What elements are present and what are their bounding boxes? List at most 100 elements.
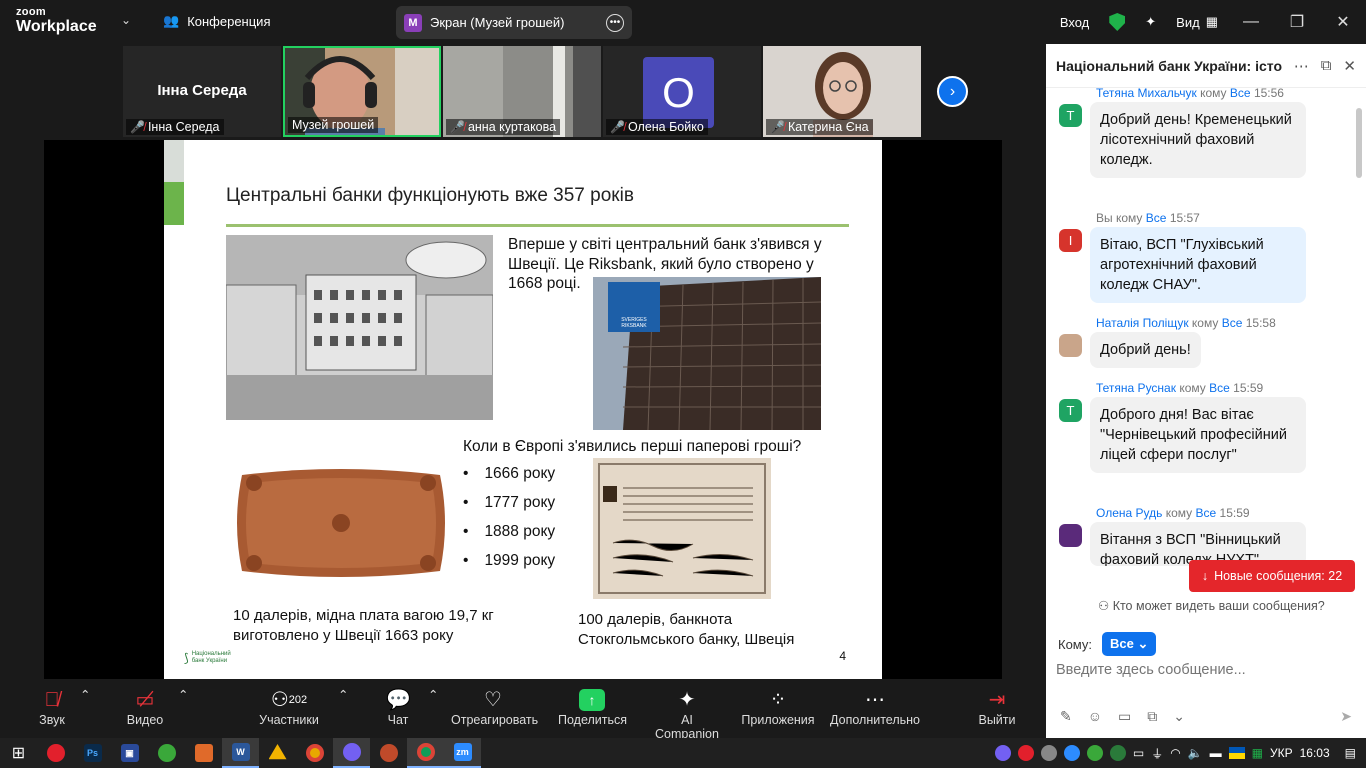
tray-icon[interactable] bbox=[1109, 745, 1126, 761]
logo-line1: zoom bbox=[16, 6, 46, 18]
view-label: Вид bbox=[1176, 14, 1200, 30]
more-options-icon[interactable]: ⋯ bbox=[1294, 57, 1309, 75]
chat-message-input[interactable] bbox=[1056, 662, 1346, 678]
taskbar-app-drive[interactable] bbox=[259, 738, 296, 768]
screen-share-tab[interactable]: M Экран (Музей грошей) ••• bbox=[396, 6, 632, 39]
conference-label: Конференция bbox=[187, 13, 271, 29]
popout-icon[interactable]: ⧉ bbox=[1321, 57, 1332, 74]
minimize-button[interactable]: — bbox=[1228, 13, 1274, 31]
taskbar-app-photoshop[interactable]: Ps bbox=[74, 738, 111, 768]
apps-button[interactable]: ⁘ Приложения bbox=[741, 687, 815, 727]
taskbar-app-save[interactable]: ▣ bbox=[111, 738, 148, 768]
word-icon: W bbox=[231, 743, 250, 761]
emoji-icon[interactable]: ☺ bbox=[1088, 708, 1102, 725]
video-tile[interactable]: 🎤̸ Катерина Єна bbox=[763, 46, 921, 137]
video-tile-active-speaker[interactable]: Музей грошей bbox=[283, 46, 441, 137]
video-tile[interactable]: Інна Середа 🎤̸ Інна Середа bbox=[123, 46, 281, 137]
taskbar-app-zoom[interactable]: zm bbox=[444, 738, 481, 768]
audio-button[interactable]: 🎙̸ Звук bbox=[36, 687, 68, 727]
video-button[interactable]: ▭̸ Видео bbox=[124, 687, 166, 727]
participant-name: Музей грошей bbox=[292, 118, 375, 132]
format-icon[interactable]: ✎ bbox=[1060, 708, 1072, 725]
signin-button[interactable]: Вход bbox=[1050, 15, 1099, 30]
wifi-icon[interactable]: ◠ bbox=[1170, 746, 1180, 760]
opera-tray-icon[interactable] bbox=[1017, 745, 1034, 761]
taskbar-app-opera[interactable] bbox=[37, 738, 74, 768]
monitor-icon[interactable]: ▭ bbox=[1133, 746, 1144, 760]
leave-button[interactable]: ⇥ Выйти bbox=[978, 687, 1016, 727]
leave-label: Выйти bbox=[978, 713, 1016, 727]
modern-riksbank-photo: SVERIGES RIKSBANK bbox=[593, 277, 821, 430]
tool-icon bbox=[194, 744, 213, 762]
mic-off-icon: 🎤̸ bbox=[450, 120, 465, 134]
usb-icon[interactable]: ⏚ bbox=[1151, 745, 1163, 762]
video-tile[interactable]: 🎤̸ анна куртакова bbox=[443, 46, 601, 137]
more-label: Дополнительно bbox=[830, 713, 920, 727]
gallery-next-button[interactable]: › bbox=[937, 76, 968, 107]
ai-label: AI Companion bbox=[655, 713, 719, 741]
participant-name: Олена Бойко bbox=[627, 120, 704, 134]
sender-name[interactable]: Наталія Поліщук bbox=[1096, 316, 1189, 330]
chat-scrollbar[interactable] bbox=[1356, 108, 1362, 178]
security-shield-icon[interactable] bbox=[1109, 13, 1126, 31]
taskbar-app-misc[interactable] bbox=[370, 738, 407, 768]
taskbar-app-viber[interactable] bbox=[333, 738, 370, 768]
sender-avatar: T bbox=[1059, 104, 1082, 127]
viber-tray-icon[interactable] bbox=[994, 745, 1011, 761]
taskbar-app-word[interactable]: W bbox=[222, 738, 259, 768]
notifications-icon[interactable]: ▤ bbox=[1345, 746, 1356, 760]
chat-button[interactable]: 💬 Чат bbox=[386, 687, 411, 727]
taskbar-app-chrome-2[interactable] bbox=[407, 738, 444, 768]
battery-icon[interactable]: ▬ bbox=[1210, 746, 1222, 760]
sparkle-icon[interactable]: ✦ bbox=[1135, 14, 1166, 30]
view-button[interactable]: Вид ▦ bbox=[1166, 14, 1228, 30]
volume-icon[interactable]: 🔈 bbox=[1188, 746, 1203, 760]
file-icon[interactable]: ▭ bbox=[1118, 708, 1131, 725]
participant-name-label: 🎤̸ анна куртакова bbox=[446, 119, 561, 135]
new-messages-button[interactable]: ↓ Новые сообщения: 22 bbox=[1189, 560, 1355, 592]
screenshot-icon[interactable]: ⧉ bbox=[1147, 708, 1157, 725]
chat-label: Чат bbox=[387, 713, 409, 727]
audio-options-caret[interactable]: ⌃ bbox=[80, 687, 90, 702]
historic-riksbank-engraving bbox=[226, 235, 493, 420]
sender-name[interactable]: Олена Рудь bbox=[1096, 506, 1162, 520]
who-can-see-link[interactable]: ⚇ Кто может видеть ваши сообщения? bbox=[1098, 598, 1325, 613]
taskbar-app-tool[interactable] bbox=[185, 738, 222, 768]
conference-menu[interactable]: 👥 Конференция bbox=[163, 13, 270, 29]
keyboard-language[interactable]: УКР bbox=[1270, 746, 1293, 760]
sender-name: Вы bbox=[1096, 211, 1113, 225]
chevron-down-icon[interactable]: ⌄ bbox=[1173, 708, 1185, 725]
share-button[interactable]: ↑ Поделиться bbox=[558, 687, 627, 727]
security-tray-icon[interactable]: ▦ bbox=[1252, 746, 1263, 760]
share-icon: ↑ bbox=[579, 689, 605, 711]
sender-name[interactable]: Тетяна Руснак bbox=[1096, 381, 1176, 395]
send-icon[interactable]: ➤ bbox=[1340, 708, 1352, 725]
video-tile[interactable]: О 🎤̸ Олена Бойко bbox=[603, 46, 761, 137]
zoom-tray-icon[interactable] bbox=[1063, 745, 1080, 761]
start-button[interactable]: ⊞ bbox=[0, 738, 37, 768]
taskbar-app-chrome[interactable] bbox=[296, 738, 333, 768]
chat-options-caret[interactable]: ⌃ bbox=[428, 687, 438, 702]
participants-button[interactable]: ⚇202 Участники bbox=[258, 687, 320, 727]
taskbar-app-torrent[interactable] bbox=[148, 738, 185, 768]
participants-options-caret[interactable]: ⌃ bbox=[338, 687, 348, 702]
sender-name[interactable]: Тетяна Михальчук bbox=[1096, 86, 1197, 100]
participant-avatar: О bbox=[643, 57, 714, 128]
maximize-button[interactable]: ❐ bbox=[1274, 12, 1320, 32]
message-time: 15:58 bbox=[1245, 316, 1276, 330]
more-button[interactable]: ⋯ Дополнительно bbox=[830, 687, 920, 727]
grid-icon: ▦ bbox=[1205, 14, 1218, 29]
sender-avatar: T bbox=[1059, 399, 1082, 422]
close-button[interactable]: ✕ bbox=[1320, 12, 1366, 32]
recipient-select[interactable]: Все ⌄ bbox=[1102, 632, 1157, 656]
video-options-caret[interactable]: ⌃ bbox=[178, 687, 188, 702]
clock[interactable]: 16:03 bbox=[1300, 746, 1330, 760]
close-icon[interactable]: ✕ bbox=[1343, 57, 1356, 75]
chat-title: Національний банк України: істо... bbox=[1056, 57, 1282, 74]
torrent-tray-icon[interactable] bbox=[1086, 745, 1103, 761]
tray-icon[interactable] bbox=[1040, 745, 1057, 761]
chevron-down-icon[interactable]: ⌄ bbox=[121, 13, 131, 27]
react-button[interactable]: ♡ Отреагировать bbox=[451, 687, 538, 727]
ai-companion-button[interactable]: ✦ AI Companion bbox=[648, 687, 726, 741]
more-options-icon[interactable]: ••• bbox=[606, 13, 624, 32]
